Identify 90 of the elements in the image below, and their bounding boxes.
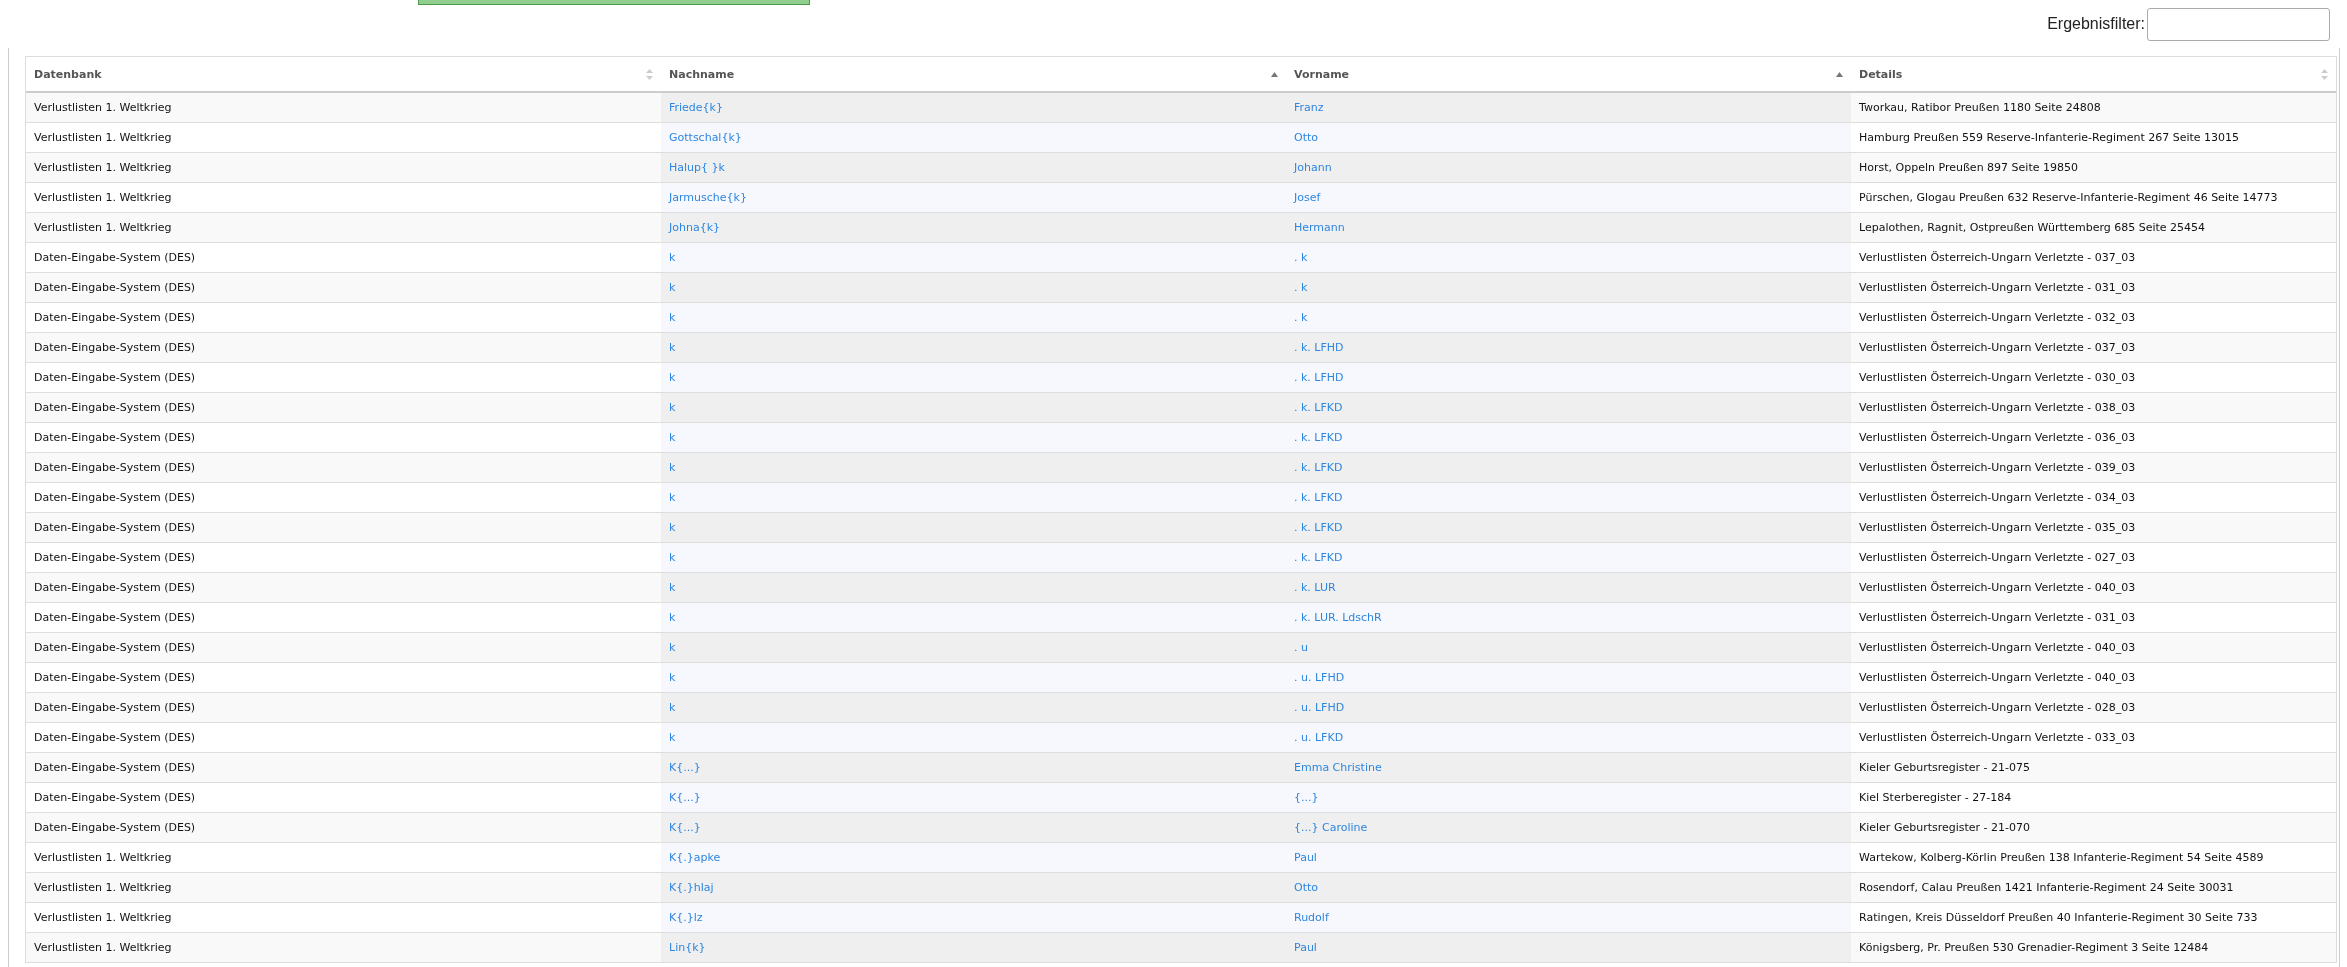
table-cell: Verlustlisten Österreich-Ungarn Verletzte - 037_03 [1851, 333, 2336, 363]
first-name-link[interactable]: . k. LFHD [1294, 371, 1344, 384]
table-cell: Verlustlisten Österreich-Ungarn Verletzte - 039_03 [1851, 453, 2336, 483]
surname-link[interactable]: k [669, 581, 676, 594]
table-cell: Daten-Eingabe-System (DES) [26, 813, 661, 843]
surname-link[interactable]: Lin{k} [669, 941, 706, 954]
surname-link[interactable]: k [669, 641, 676, 654]
table-cell: Daten-Eingabe-System (DES) [26, 633, 661, 663]
surname-link[interactable]: Friede{k} [669, 101, 723, 114]
table-cell: Kieler Geburtsregister - 21-070 [1851, 813, 2336, 843]
surname-link[interactable]: k [669, 401, 676, 414]
table-cell: Rosendorf, Calau Preußen 1421 Infanterie-Regiment 24 Seite 30031 [1851, 873, 2336, 903]
first-name-link[interactable]: . k. LFKD [1294, 461, 1343, 474]
surname-link[interactable]: K{.}hlaj [669, 881, 714, 894]
surname-link[interactable]: k [669, 671, 676, 684]
first-name-link[interactable]: Rudolf [1294, 911, 1329, 924]
first-name-link[interactable]: . k. LFKD [1294, 401, 1343, 414]
filter-field[interactable] [2147, 7, 2330, 41]
first-name-link[interactable]: . k. LFHD [1294, 341, 1344, 354]
table-cell: Verlustlisten Österreich-Ungarn Verletzte - 038_03 [1851, 393, 2336, 423]
surname-link[interactable]: k [669, 311, 676, 324]
table-cell: Verlustlisten Österreich-Ungarn Verletzte - 035_03 [1851, 513, 2336, 543]
table-cell: Daten-Eingabe-System (DES) [26, 273, 661, 303]
surname-link[interactable]: k [669, 431, 676, 444]
first-name-link[interactable]: Hermann [1294, 221, 1345, 234]
first-name-link[interactable]: Otto [1294, 131, 1318, 144]
surname-link[interactable]: Jarmusche{k} [669, 191, 747, 204]
table-cell: Daten-Eingabe-System (DES) [26, 513, 661, 543]
first-name-link[interactable]: {...} Caroline [1294, 821, 1368, 834]
first-name-link[interactable]: . k [1294, 281, 1308, 294]
first-name-link[interactable]: Josef [1294, 191, 1321, 204]
table-cell: Daten-Eingabe-System (DES) [26, 693, 661, 723]
surname-link[interactable]: k [669, 551, 676, 564]
first-name-link[interactable]: Paul [1294, 941, 1317, 954]
table-cell: Kieler Geburtsregister - 21-075 [1851, 753, 2336, 783]
table-cell: Tworkau, Ratibor Preußen 1180 Seite 24808 [1851, 93, 2336, 123]
first-name-link[interactable]: . k [1294, 251, 1308, 264]
table-cell: Verlustlisten 1. Weltkrieg [26, 873, 661, 903]
first-name-link[interactable]: . k. LUR. LdschR [1294, 611, 1382, 624]
table-cell: Verlustlisten Österreich-Ungarn Verletzte - 040_03 [1851, 633, 2336, 663]
first-name-link[interactable]: . u [1294, 641, 1308, 654]
first-name-link[interactable]: Otto [1294, 881, 1318, 894]
surname-link[interactable]: k [669, 521, 676, 534]
surname-link[interactable]: k [669, 491, 676, 504]
table-cell: Verlustlisten Österreich-Ungarn Verletzte - 028_03 [1851, 693, 2336, 723]
surname-link[interactable]: K{...} [669, 791, 701, 804]
first-name-link[interactable]: . k. LUR [1294, 581, 1336, 594]
surname-link[interactable]: k [669, 731, 676, 744]
surname-link[interactable]: k [669, 341, 676, 354]
table-cell: Daten-Eingabe-System (DES) [26, 573, 661, 603]
surname-link[interactable]: K{...} [669, 761, 701, 774]
first-name-link[interactable]: . k. LFKD [1294, 431, 1343, 444]
surname-link[interactable]: Halup{ }k [669, 161, 725, 174]
first-name-link[interactable]: . u. LFHD [1294, 701, 1345, 714]
surname-link[interactable]: k [669, 701, 676, 714]
surname-link[interactable]: Johna{k} [669, 221, 721, 234]
surname-link[interactable]: k [669, 461, 676, 474]
first-name-link[interactable]: . u. LFHD [1294, 671, 1345, 684]
table-cell: Lepalothen, Ragnit, Ostpreußen Württemberg 685 Seite 25454 [1851, 213, 2336, 243]
filter-label: Ergebnisfilter: [2047, 15, 2145, 33]
first-name-link[interactable]: . u. LFKD [1294, 731, 1344, 744]
surname-link[interactable]: K{.}apke [669, 851, 721, 864]
table-cell: Daten-Eingabe-System (DES) [26, 753, 661, 783]
table-cell: Daten-Eingabe-System (DES) [26, 453, 661, 483]
surname-link[interactable]: K{...} [669, 821, 701, 834]
table-cell: Verlustlisten 1. Weltkrieg [26, 933, 661, 963]
first-name-link[interactable]: Franz [1294, 101, 1324, 114]
table-cell: Verlustlisten Österreich-Ungarn Verletzte - 031_03 [1851, 273, 2336, 303]
table-cell: Daten-Eingabe-System (DES) [26, 393, 661, 423]
table-cell: Horst, Oppeln Preußen 897 Seite 19850 [1851, 153, 2336, 183]
first-name-link[interactable]: . k. LFKD [1294, 521, 1343, 534]
first-name-link[interactable]: . k [1294, 311, 1308, 324]
table-cell: Königsberg, Pr. Preußen 530 Grenadier-Regiment 3 Seite 12484 [1851, 933, 2336, 963]
first-name-link[interactable]: Paul [1294, 851, 1317, 864]
first-name-link[interactable]: Emma Christine [1294, 761, 1382, 774]
table-cell: Verlustlisten Österreich-Ungarn Verletzte - 040_03 [1851, 573, 2336, 603]
first-name-link[interactable]: . k. LFKD [1294, 551, 1343, 564]
surname-link[interactable]: k [669, 611, 676, 624]
first-name-link[interactable]: {...} [1294, 791, 1319, 804]
surname-link[interactable]: K{.}lz [669, 911, 703, 924]
surname-link[interactable]: Gottschal{k} [669, 131, 742, 144]
table-cell: Daten-Eingabe-System (DES) [26, 333, 661, 363]
surname-link[interactable]: k [669, 251, 676, 264]
surname-link[interactable]: k [669, 371, 676, 384]
first-name-link[interactable]: . k. LFKD [1294, 491, 1343, 504]
table-cell: Verlustlisten 1. Weltkrieg [26, 213, 661, 243]
table-cell: Verlustlisten 1. Weltkrieg [26, 153, 661, 183]
surname-link[interactable]: k [669, 281, 676, 294]
first-name-link[interactable]: Johann [1294, 161, 1332, 174]
table-cell: Verlustlisten 1. Weltkrieg [26, 93, 661, 123]
